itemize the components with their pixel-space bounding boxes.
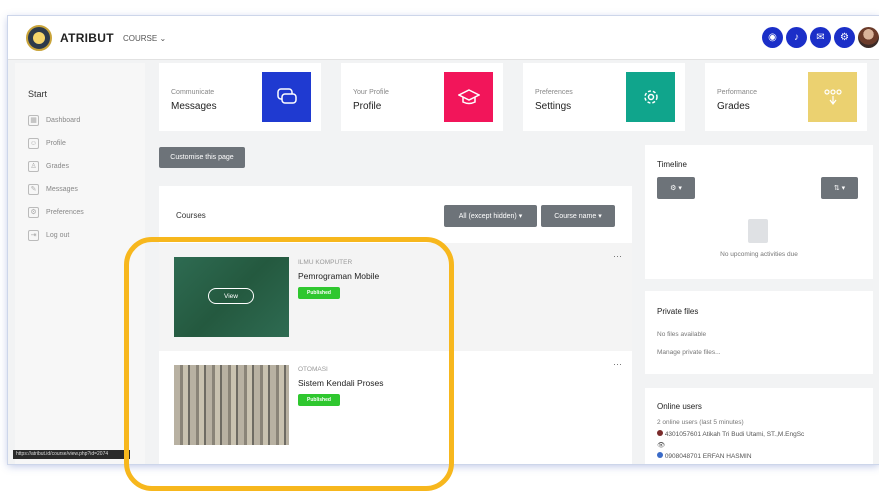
tile-subtitle: Your Profile	[353, 89, 389, 96]
grades-icon: ♙	[28, 161, 39, 172]
status-badge: Published	[298, 287, 340, 299]
course-card[interactable]: View ILMU KOMPUTER Pemrograman Mobile Pu…	[159, 243, 632, 351]
view-course-button[interactable]: View	[208, 288, 254, 304]
tile-title: Profile	[353, 101, 382, 112]
tile-subtitle: Communicate	[171, 89, 215, 96]
tile-title: Messages	[171, 101, 217, 112]
sidebar-start: Start	[28, 89, 48, 99]
sidebar-item-dashboard[interactable]: ▦ Dashboard	[28, 115, 80, 126]
status-badge: Published	[298, 394, 340, 406]
tile-profile[interactable]: Your Profile Profile	[341, 63, 503, 131]
empty-list-icon	[748, 219, 768, 243]
customise-page-button[interactable]: Customise this page	[159, 147, 245, 168]
timeline-panel: Timeline ⚙ ▾ ⇅ ▾ No upcoming activities …	[645, 145, 873, 279]
chevron-down-icon: ⌄	[159, 34, 167, 43]
online-user-name: 0908048701 ERFAN HASMIN	[664, 453, 752, 460]
private-files-panel: Private files No files available Manage …	[645, 291, 873, 374]
timeline-empty-message: No upcoming activities due	[720, 251, 798, 258]
sidebar: Start ▦ Dashboard ☺ Profile ♙ Grades ✎ Messa…	[15, 63, 145, 464]
sidebar-item-label: Profile	[46, 140, 66, 147]
logo[interactable]	[26, 25, 52, 51]
eye-icon[interactable]: 👁	[657, 441, 665, 449]
tile-title: Settings	[535, 101, 572, 112]
more-actions-icon[interactable]: ···	[613, 251, 622, 261]
sort-label: Course name	[554, 212, 597, 220]
tile-subtitle: Preferences	[535, 89, 573, 96]
course-thumbnail[interactable]	[174, 365, 289, 445]
course-menu-label: COURSE	[123, 34, 158, 43]
graduation-cap-icon	[444, 72, 493, 122]
timeline-title: Timeline	[657, 160, 687, 169]
chat-icon	[262, 72, 311, 122]
online-user-row[interactable]: 4301057601 Atikah Tri Budi Utami, ST.,M.…	[657, 430, 804, 438]
brand-name[interactable]: ATRIBUT	[60, 31, 114, 45]
grades-icon	[808, 72, 857, 122]
course-name[interactable]: Pemrograman Mobile	[298, 271, 379, 281]
user-avatar	[657, 452, 663, 458]
course-category: OTOMASI	[298, 366, 328, 373]
filter-label: All (except hidden)	[458, 212, 517, 220]
course-card[interactable]: OTOMASI Sistem Kendali Proses Published …	[159, 353, 632, 464]
timeline-filter-button[interactable]: ⚙ ▾	[657, 177, 695, 199]
courses-heading: Courses	[176, 211, 206, 220]
more-actions-icon[interactable]: ···	[613, 359, 622, 369]
caret-down-icon: ▾	[598, 213, 602, 220]
navbar: ATRIBUT COURSE ⌄ ◉ ♪ ✉ ⚙	[8, 16, 879, 60]
logo-mark	[33, 32, 45, 44]
sidebar-item-preferences[interactable]: ⚙ Preferences	[28, 207, 84, 218]
sidebar-item-label: Grades	[46, 163, 69, 170]
bell-icon[interactable]: ♪	[786, 27, 807, 48]
logout-icon: ⇥	[28, 230, 39, 241]
sidebar-item-label: Log out	[46, 232, 70, 239]
manage-private-files-link[interactable]: Manage private files...	[657, 349, 721, 356]
browser-viewport: ATRIBUT COURSE ⌄ ◉ ♪ ✉ ⚙ Start ▦ Dashboar…	[8, 16, 879, 464]
online-users-summary: 2 online users (last 5 minutes)	[657, 419, 744, 426]
sort-dropdown[interactable]: Course name ▾	[541, 205, 615, 227]
status-bar-url: https://atribut.id/course/view.php?id=20…	[13, 450, 130, 459]
chat-icon[interactable]: ✉	[810, 27, 831, 48]
messages-icon: ✎	[28, 184, 39, 195]
course-category: ILMU KOMPUTER	[298, 259, 353, 266]
navbar-icons: ◉ ♪ ✉ ⚙	[762, 27, 879, 48]
filter-dropdown[interactable]: All (except hidden) ▾	[444, 205, 537, 227]
preferences-icon: ⚙	[28, 207, 39, 218]
private-files-empty: No files available	[657, 331, 707, 338]
tile-grades[interactable]: Performance Grades	[705, 63, 867, 131]
sidebar-item-label: Messages	[46, 186, 78, 193]
eye-icon[interactable]: ◉	[762, 27, 783, 48]
tile-subtitle: Performance	[717, 89, 758, 96]
sidebar-item-grades[interactable]: ♙ Grades	[28, 161, 69, 172]
sidebar-item-logout[interactable]: ⇥ Log out	[28, 230, 69, 241]
gear-icon	[626, 72, 675, 122]
gear-icon: ⚙ ▾	[670, 185, 682, 192]
timeline-sort-button[interactable]: ⇅ ▾	[821, 177, 858, 199]
course-name[interactable]: Sistem Kendali Proses	[298, 378, 384, 388]
course-menu[interactable]: COURSE ⌄	[123, 34, 166, 43]
profile-icon: ☺	[28, 138, 39, 149]
online-user-name: 4301057601 Atikah Tri Budi Utami, ST.,M.…	[664, 431, 805, 438]
course-thumbnail[interactable]: View	[174, 257, 289, 337]
sort-icon: ⇅ ▾	[833, 185, 846, 192]
online-user-row[interactable]: 0908048701 ERFAN HASMIN	[657, 452, 752, 460]
private-files-title: Private files	[657, 307, 699, 316]
courses-panel: Courses All (except hidden) ▾ Course nam…	[159, 186, 632, 464]
caret-down-icon: ▾	[518, 213, 523, 220]
sidebar-item-label: Dashboard	[46, 117, 81, 124]
gear-icon[interactable]: ⚙	[834, 27, 855, 48]
tile-messages[interactable]: Communicate Messages	[159, 63, 321, 131]
sidebar-item-messages[interactable]: ✎ Messages	[28, 184, 78, 195]
online-users-panel: Online users 2 online users (last 5 minu…	[645, 388, 873, 464]
sidebar-item-label: Preferences	[46, 209, 84, 216]
tile-settings[interactable]: Preferences Settings	[523, 63, 685, 131]
tile-title: Grades	[717, 101, 750, 112]
online-users-title: Online users	[657, 402, 702, 411]
dashboard-icon: ▦	[28, 115, 39, 126]
sidebar-item-profile[interactable]: ☺ Profile	[28, 138, 66, 149]
avatar[interactable]	[858, 27, 879, 48]
user-avatar	[657, 430, 663, 436]
